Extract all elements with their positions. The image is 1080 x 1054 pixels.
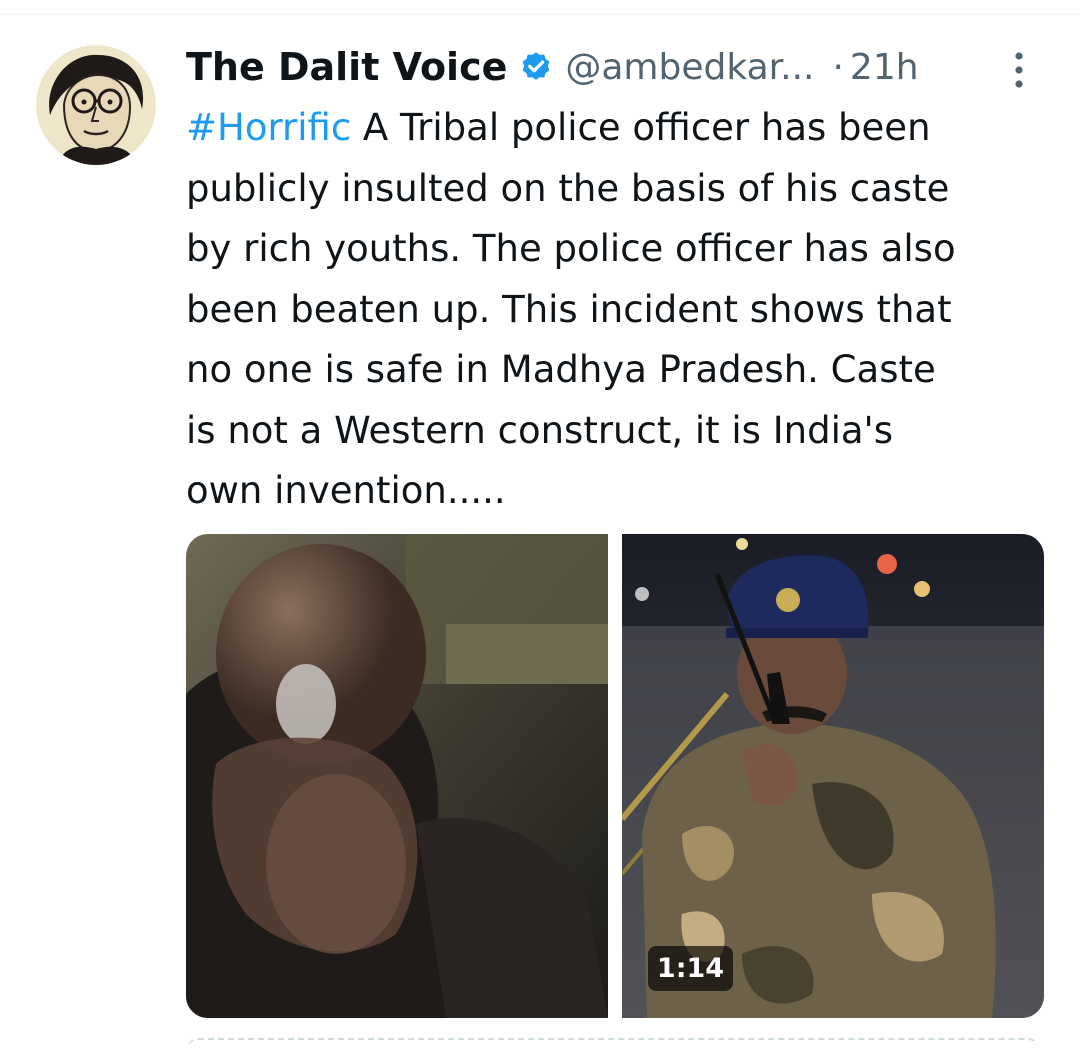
author-avatar[interactable] xyxy=(36,45,156,165)
post-text-line-3: by rich youths. The police officer has a… xyxy=(186,227,956,270)
author-display-name[interactable]: The Dalit Voice xyxy=(186,45,507,89)
separator-dot: · xyxy=(832,46,844,88)
post-text: #Horrific A Tribal police officer has be… xyxy=(186,98,1066,522)
more-options-icon[interactable] xyxy=(1004,50,1034,90)
post-text-line-1: #Horrific A Tribal police officer has be… xyxy=(186,98,1066,159)
post-text-line-7: own invention..... xyxy=(186,469,506,512)
post-text-line-4: been beaten up. This incident shows that xyxy=(186,287,952,331)
post-text-line-2: publicly insulted on the basis of his ca… xyxy=(186,166,950,210)
post-header: The Dalit Voice @ambedkar... · 21h xyxy=(186,40,1046,94)
post-text-line-5: no one is safe in Madhya Pradesh. Caste xyxy=(186,348,936,391)
post-text-line-1-rest: A Tribal police officer has been xyxy=(351,106,931,149)
verified-badge-icon[interactable] xyxy=(519,50,553,84)
avatar-portrait-icon xyxy=(36,45,156,165)
video-frame-left-image xyxy=(186,534,608,1018)
video-duration-badge: 1:14 xyxy=(648,946,733,991)
hashtag-link[interactable]: #Horrific xyxy=(186,106,351,149)
top-divider xyxy=(0,14,1080,15)
post-text-line-6: is not a Western construct, it is India'… xyxy=(186,408,893,452)
media-grid: 1:14 xyxy=(186,534,1044,1018)
media-photo-1[interactable] xyxy=(186,534,608,1018)
next-card-edge xyxy=(188,1038,1038,1054)
author-handle[interactable]: @ambedkar... xyxy=(565,47,814,88)
post-timestamp[interactable]: 21h xyxy=(850,47,919,88)
